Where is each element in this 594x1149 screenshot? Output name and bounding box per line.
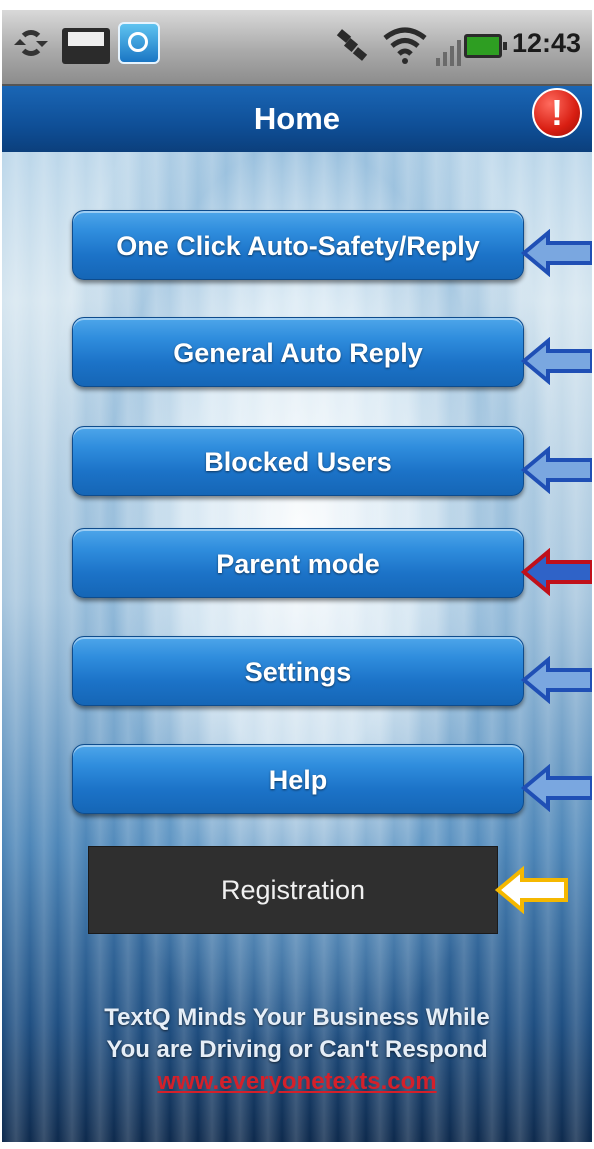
registration-button[interactable]: Registration bbox=[88, 846, 498, 934]
title-bar: Home ! bbox=[2, 86, 592, 152]
page-title: Home bbox=[253, 101, 341, 136]
annotation-arrow-blocked-users bbox=[520, 446, 592, 494]
annotation-arrow-registration bbox=[494, 866, 568, 914]
help-button[interactable]: Help bbox=[72, 744, 524, 814]
parent-mode-button[interactable]: Parent mode bbox=[72, 528, 524, 598]
gps-icon bbox=[336, 29, 368, 61]
status-bar: 12:43 bbox=[2, 10, 592, 86]
website-link[interactable]: www.everyonetexts.com bbox=[2, 1068, 592, 1096]
sync-icon bbox=[14, 30, 48, 56]
one-click-auto-safety-reply-button[interactable]: One Click Auto-Safety/Reply bbox=[72, 210, 524, 280]
screen: 12:43 Home ! One Click Auto-Safety/Reply… bbox=[2, 10, 592, 1142]
annotation-arrow-help bbox=[520, 764, 592, 812]
status-time: 12:43 bbox=[512, 28, 582, 58]
battery-icon bbox=[464, 34, 507, 58]
annotation-arrow-parent-mode bbox=[520, 548, 592, 596]
annotation-arrow-general-auto-reply bbox=[520, 337, 592, 385]
footer-tagline-1: TextQ Minds Your Business While bbox=[104, 1004, 490, 1031]
alert-icon[interactable]: ! bbox=[532, 88, 582, 138]
settings-button[interactable]: Settings bbox=[72, 636, 524, 706]
annotation-arrow-settings bbox=[520, 656, 592, 704]
mail-icon bbox=[62, 28, 110, 64]
wifi-icon bbox=[383, 27, 427, 64]
general-auto-reply-button[interactable]: General Auto Reply bbox=[72, 317, 524, 387]
blocked-users-button[interactable]: Blocked Users bbox=[72, 426, 524, 496]
annotation-arrow-one-click bbox=[520, 229, 592, 277]
phone-frame: 12:43 Home ! One Click Auto-Safety/Reply… bbox=[0, 0, 594, 1149]
footer-tagline-2: You are Driving or Can't Respond bbox=[106, 1036, 488, 1063]
textq-app-icon bbox=[118, 22, 160, 64]
